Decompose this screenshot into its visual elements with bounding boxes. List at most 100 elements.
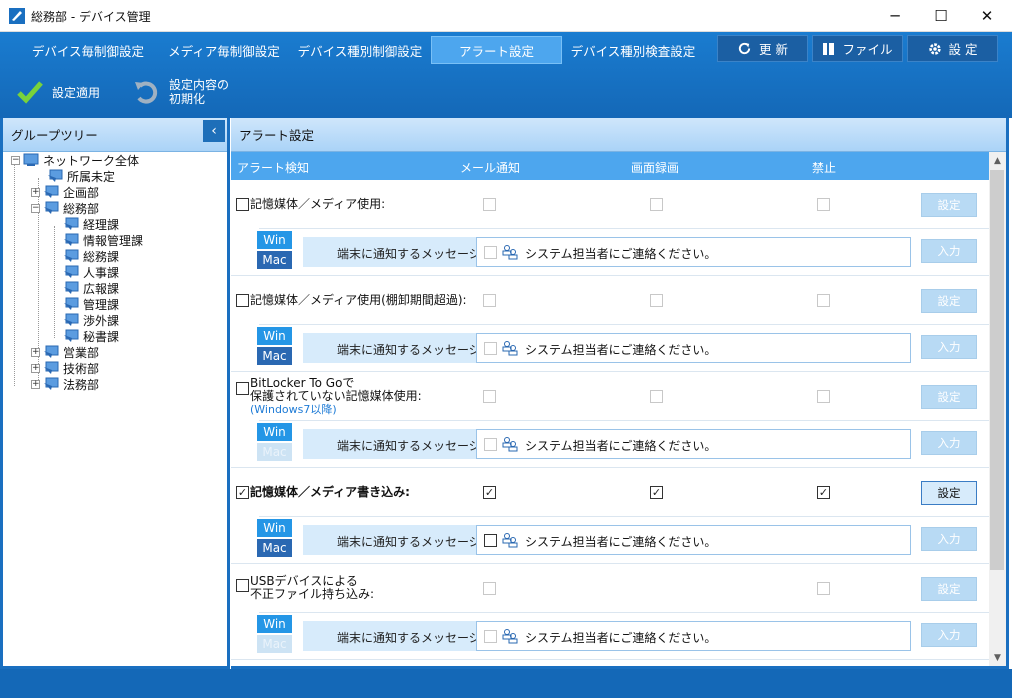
screen-record-checkbox[interactable] (650, 390, 663, 403)
message-field[interactable]: システム担当者にご連絡ください。 (476, 621, 911, 651)
tree-node[interactable]: 所属未定 (47, 168, 115, 184)
refresh-label: 更 新 (759, 42, 788, 57)
tree-node[interactable]: 管理課 (63, 296, 119, 312)
message-checkbox[interactable] (484, 534, 497, 547)
scroll-down-icon[interactable]: ▼ (989, 649, 1006, 666)
prohibit-checkbox[interactable] (817, 294, 830, 307)
alert-enable-checkbox[interactable] (236, 382, 249, 395)
window-title: 総務部 - デバイス管理 (31, 10, 151, 24)
tree-node[interactable]: 渉外課 (63, 312, 119, 328)
minimize-button[interactable]: ─ (872, 0, 918, 32)
alert-enable-checkbox[interactable] (236, 579, 249, 592)
alert-row: 記憶媒体／メディア使用: 設定 Win Mac 端末に通知するメッセージ: システム担当者… (231, 180, 991, 276)
message-checkbox[interactable] (484, 246, 497, 259)
settings-button[interactable]: 設 定 (907, 35, 998, 62)
message-input-button[interactable]: 入力 (921, 527, 977, 551)
mac-badge: Mac (257, 635, 292, 653)
tab-alert-settings[interactable]: アラート設定 (431, 36, 562, 64)
input-label: 入力 (937, 340, 961, 354)
message-field[interactable]: システム担当者にご連絡ください。 (476, 333, 911, 363)
tab-device-control[interactable]: デバイス毎制御設定 (20, 36, 156, 64)
tree-node[interactable]: + 法務部 (31, 376, 99, 392)
mail-notify-checkbox[interactable] (483, 198, 496, 211)
group-icon (64, 249, 79, 262)
scrollbar-thumb[interactable] (990, 170, 1004, 570)
expand-icon[interactable]: + (31, 379, 40, 389)
mail-notify-checkbox[interactable]: ✓ (483, 486, 496, 499)
users-icon (502, 340, 518, 356)
message-input-button[interactable]: 入力 (921, 335, 977, 359)
message-checkbox[interactable] (484, 342, 497, 355)
mail-notify-checkbox[interactable] (483, 390, 496, 403)
group-tree-header: グループツリー ‹ (3, 118, 227, 152)
win-label: Win (263, 425, 286, 439)
refresh-button[interactable]: 更 新 (717, 35, 808, 62)
alert-set-button[interactable]: 設定 (921, 193, 977, 217)
tab-device-type-control[interactable]: デバイス種別制御設定 (292, 36, 428, 64)
expand-icon[interactable]: + (31, 363, 40, 373)
alert-set-button[interactable]: 設定 (921, 289, 977, 313)
tree-node[interactable]: 経理課 (63, 216, 119, 232)
maximize-button[interactable]: ☐ (918, 0, 964, 32)
message-checkbox[interactable] (484, 630, 497, 643)
tree-node[interactable]: − 総務部 (31, 200, 99, 216)
alert-set-button[interactable]: 設定 (921, 481, 977, 505)
message-area: 端末に通知するメッセージ: システム担当者にご連絡ください。 (303, 525, 911, 555)
apply-label: 設定適用 (52, 85, 101, 100)
message-field[interactable]: システム担当者にご連絡ください。 (476, 429, 911, 459)
tree-node[interactable]: 広報課 (63, 280, 119, 296)
input-label: 入力 (937, 628, 961, 642)
alert-enable-checkbox[interactable] (236, 198, 249, 211)
prohibit-checkbox[interactable]: ✓ (817, 486, 830, 499)
screen-record-checkbox[interactable]: ✓ (650, 486, 663, 499)
alert-row: ✓ 記憶媒体／メディア書き込み: ✓ ✓ ✓ 設定 Win Mac 端末に通知するメッセージ: シ… (231, 468, 991, 564)
expand-icon[interactable]: + (31, 187, 40, 197)
scroll-up-icon[interactable]: ▲ (989, 152, 1006, 169)
message-field[interactable]: システム担当者にご連絡ください。 (476, 525, 911, 555)
message-input-button[interactable]: 入力 (921, 431, 977, 455)
group-icon (64, 217, 79, 230)
tree-node[interactable]: 情報管理課 (63, 232, 143, 248)
group-icon (48, 169, 63, 182)
apply-settings-button[interactable]: 設定適用 (16, 74, 100, 110)
tree-node[interactable]: 人事課 (63, 264, 119, 280)
mail-notify-checkbox[interactable] (483, 294, 496, 307)
tree-node[interactable]: + 企画部 (31, 184, 99, 200)
alert-set-button[interactable]: 設定 (921, 577, 977, 601)
tab-media-control[interactable]: メディア毎制御設定 (160, 36, 288, 64)
mail-notify-checkbox[interactable] (483, 582, 496, 595)
alert-label-line1: 記憶媒体／メディア書き込み: (250, 485, 410, 499)
message-input-button[interactable]: 入力 (921, 239, 977, 263)
prohibit-checkbox[interactable] (817, 198, 830, 211)
message-text: システム担当者にご連絡ください。 (525, 535, 717, 549)
vertical-scrollbar[interactable]: ▲ ▼ (989, 152, 1006, 666)
screen-record-checkbox[interactable] (650, 198, 663, 211)
tree-node-label: 企画部 (63, 185, 100, 200)
close-button[interactable]: ✕ (964, 0, 1010, 32)
screen-record-checkbox[interactable] (650, 294, 663, 307)
message-label: 端末に通知するメッセージ: (337, 343, 485, 357)
alert-set-button[interactable]: 設定 (921, 385, 977, 409)
tree-node[interactable]: + 営業部 (31, 344, 99, 360)
tree-node[interactable]: − ネットワーク全体 (11, 152, 139, 168)
reset-settings-button[interactable]: 設定内容の 初期化 (133, 74, 229, 110)
collapse-panel-button[interactable]: ‹ (203, 120, 225, 142)
alert-enable-checkbox[interactable]: ✓ (236, 486, 249, 499)
prohibit-checkbox[interactable] (817, 582, 830, 595)
collapse-icon[interactable]: − (11, 155, 20, 165)
users-icon (502, 244, 518, 260)
message-field[interactable]: システム担当者にご連絡ください。 (476, 237, 911, 267)
tab-device-type-inspection[interactable]: デバイス種別検査設定 (566, 36, 700, 64)
tree-node[interactable]: 総務課 (63, 248, 119, 264)
file-button[interactable]: ファイル (812, 35, 903, 62)
alert-row: BitLocker To Goで 保護されていない記憶媒体使用: (Windows7… (231, 372, 991, 468)
tree-node[interactable]: + 技術部 (31, 360, 99, 376)
tree-node[interactable]: 秘書課 (63, 328, 119, 344)
prohibit-checkbox[interactable] (817, 390, 830, 403)
message-checkbox[interactable] (484, 438, 497, 451)
tab-label: アラート設定 (458, 43, 534, 59)
expand-icon[interactable]: + (31, 347, 40, 357)
collapse-icon[interactable]: − (31, 203, 40, 213)
alert-enable-checkbox[interactable] (236, 294, 249, 307)
message-input-button[interactable]: 入力 (921, 623, 977, 647)
